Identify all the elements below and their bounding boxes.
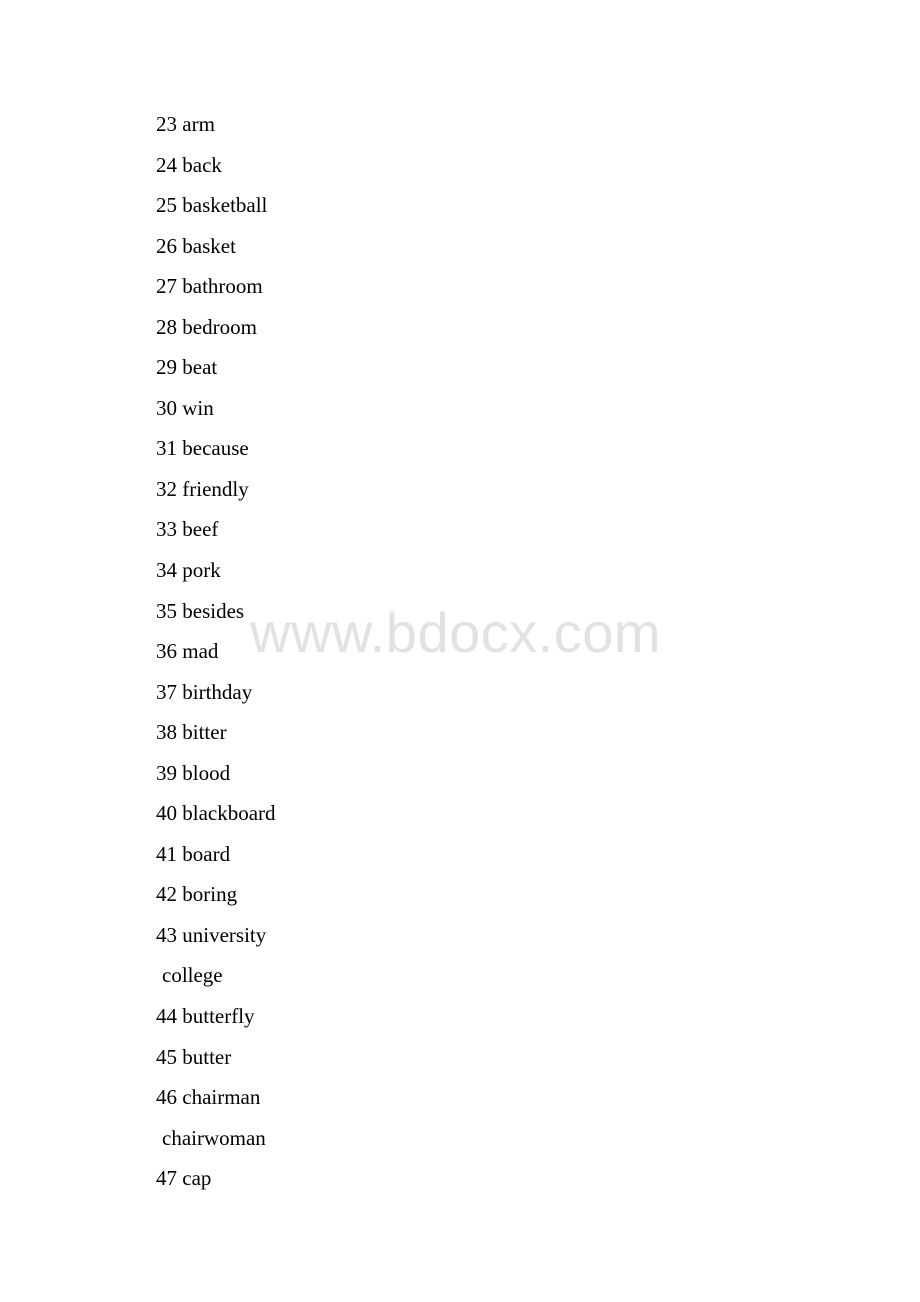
vocabulary-entry: 33 beef (156, 514, 276, 555)
entry-word: college (162, 963, 223, 988)
vocabulary-entry: 47 cap (156, 1163, 276, 1204)
vocabulary-entry: 28 bedroom (156, 312, 276, 353)
entry-word: beef (182, 517, 219, 542)
entry-number: 40 (156, 801, 177, 826)
entry-word: butter (182, 1044, 232, 1069)
entry-number: 34 (156, 558, 177, 583)
entry-number: 26 (156, 233, 177, 258)
entry-word: chairwoman (162, 1125, 266, 1150)
entry-word: basketball (182, 193, 268, 218)
vocabulary-entry: 30 win (156, 393, 276, 434)
entry-number: 46 (156, 1085, 177, 1110)
vocabulary-entry: 45 butter (156, 1042, 276, 1083)
entry-number: 45 (156, 1044, 177, 1069)
entry-number: 24 (156, 152, 177, 177)
entry-word: because (182, 436, 249, 461)
vocabulary-entry: 39 blood (156, 758, 276, 799)
vocabulary-entry: 34 pork (156, 555, 276, 596)
entry-number: 23 (156, 112, 177, 136)
vocabulary-entry: 27 bathroom (156, 271, 276, 312)
entry-word: birthday (182, 679, 253, 704)
entry-number: 43 (156, 922, 177, 947)
vocabulary-entry: 26 basket (156, 231, 276, 272)
entry-number: 32 (156, 476, 177, 501)
entry-word: arm (182, 112, 215, 136)
entry-number: 25 (156, 193, 177, 218)
entry-number: 33 (156, 517, 177, 542)
vocabulary-entry: 38 bitter (156, 717, 276, 758)
entry-number: 37 (156, 679, 177, 704)
vocabulary-entry: 31 because (156, 433, 276, 474)
entry-number: 39 (156, 760, 177, 785)
vocabulary-entry: 35 besides (156, 596, 276, 637)
watermark: www.bdocx.com (250, 601, 662, 664)
vocabulary-entry: 25 basketball (156, 190, 276, 231)
entry-number: 28 (156, 314, 177, 339)
vocabulary-entry: 42 boring (156, 879, 276, 920)
entry-word: win (182, 395, 214, 420)
entry-word: board (182, 841, 231, 866)
vocabulary-entry: college (156, 960, 276, 1001)
entry-number: 29 (156, 355, 177, 380)
entry-word: mad (182, 639, 219, 664)
entry-number: 41 (156, 841, 177, 866)
vocabulary-entry: 41 board (156, 839, 276, 880)
entry-word: chairman (182, 1085, 261, 1110)
entry-number: 47 (156, 1166, 177, 1191)
document-page: 23 arm 24 back 25 basketball 26 basket 27 ba… (0, 0, 920, 1302)
vocabulary-entry: 36 mad (156, 636, 276, 677)
entry-word: bitter (182, 720, 227, 745)
vocabulary-list: 23 arm 24 back 25 basketball 26 basket 27 ba… (156, 109, 276, 1204)
entry-word: cap (182, 1166, 212, 1191)
entry-number: 44 (156, 1004, 177, 1029)
vocabulary-entry: 32 friendly (156, 474, 276, 515)
entry-number: 38 (156, 720, 177, 745)
entry-word: butterfly (182, 1004, 255, 1029)
entry-word: pork (182, 558, 221, 583)
entry-word: blood (182, 760, 231, 785)
vocabulary-entry: 43 university (156, 920, 276, 961)
entry-word: back (182, 152, 222, 177)
entry-word: besides (182, 598, 245, 623)
vocabulary-entry: 24 back (156, 150, 276, 191)
entry-word: beat (182, 355, 218, 380)
vocabulary-entry: 44 butterfly (156, 1001, 276, 1042)
entry-word: bedroom (182, 314, 257, 339)
entry-number: 27 (156, 274, 177, 299)
entry-number: 30 (156, 395, 177, 420)
vocabulary-entry: 40 blackboard (156, 798, 276, 839)
entry-number: 36 (156, 639, 177, 664)
entry-word: basket (182, 233, 236, 258)
vocabulary-entry: 37 birthday (156, 677, 276, 718)
entry-number: 31 (156, 436, 177, 461)
entry-word: university (182, 922, 267, 947)
entry-word: bathroom (182, 274, 263, 299)
entry-word: friendly (182, 476, 249, 501)
entry-word: boring (182, 882, 238, 907)
entry-word: blackboard (182, 801, 276, 826)
entry-number: 42 (156, 882, 177, 907)
entry-number: 35 (156, 598, 177, 623)
vocabulary-entry: 46 chairman (156, 1082, 276, 1123)
vocabulary-entry: chairwoman (156, 1123, 276, 1164)
vocabulary-entry: 29 beat (156, 352, 276, 393)
vocabulary-entry: 23 arm (156, 109, 276, 150)
